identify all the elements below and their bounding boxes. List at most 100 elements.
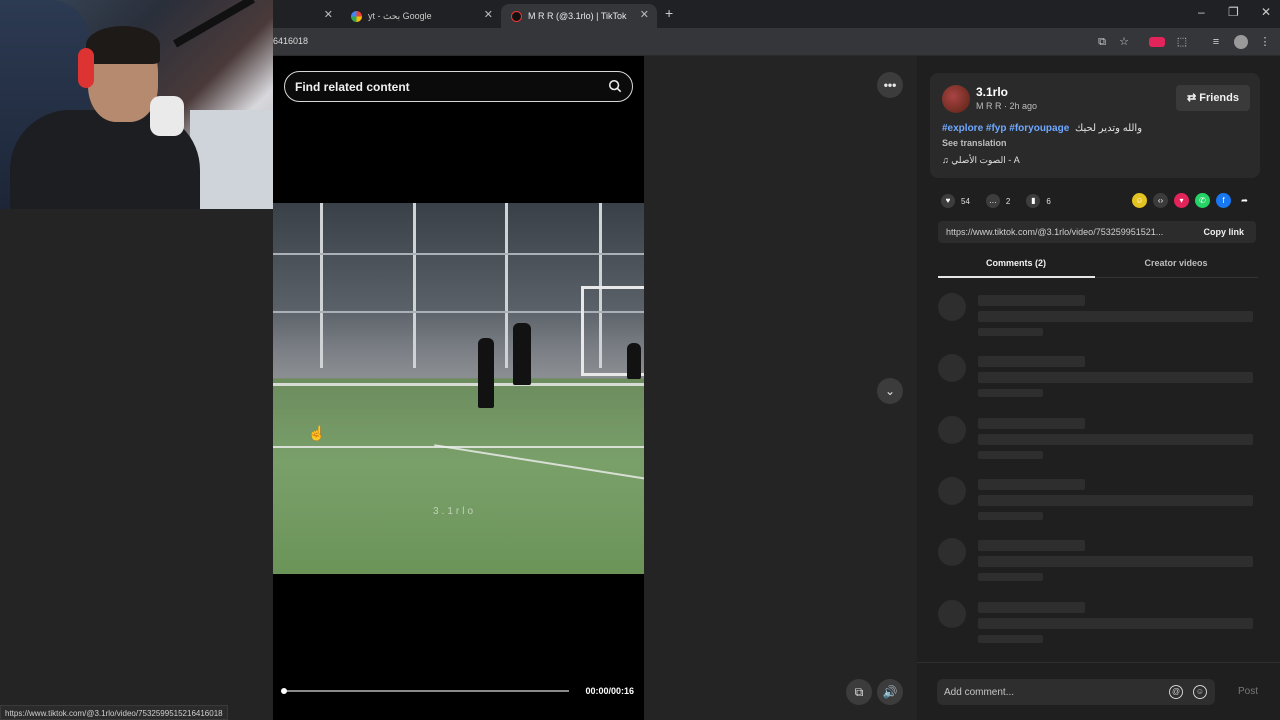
facebook-icon[interactable]: f <box>1216 193 1231 208</box>
address-bar[interactable]: 6416018 ⧉ ☆ ⬚ ≡ ⋮ <box>273 28 1280 56</box>
comment-button[interactable]: … 2 <box>985 194 1011 208</box>
skeleton-bar <box>978 372 1253 383</box>
browser-tab-tiktok[interactable]: M R R (@3.1rlo) | TikTok ✕ <box>501 4 657 28</box>
tab-title: yt - بحث Google <box>368 10 432 21</box>
address-text[interactable]: 6416018 <box>273 36 308 46</box>
save-count: 6 <box>1046 196 1051 206</box>
comment-count: 2 <box>1005 196 1011 206</box>
share-options: ☺ ‹› ▾ ✆ f ➦ <box>1126 193 1252 208</box>
browser-menu-icon[interactable]: ⋮ <box>1258 35 1272 49</box>
post-info-card: 3.1rlo M R R · 2h ago ⇄ Friends #explore… <box>930 73 1260 178</box>
whatsapp-icon[interactable]: ✆ <box>1195 193 1210 208</box>
mention-icon[interactable]: @ <box>1169 685 1183 699</box>
skeleton-bar <box>978 479 1085 490</box>
username[interactable]: 3.1rlo <box>976 85 1008 99</box>
comment-placeholder: Add comment... <box>944 687 1015 698</box>
skeleton-bar <box>978 512 1043 520</box>
comment-skeleton <box>938 538 1256 588</box>
caption-text: والله وتدير لحيك <box>1075 123 1143 134</box>
search-input[interactable]: Find related content <box>284 71 633 102</box>
extension-badge-icon[interactable] <box>1149 37 1165 47</box>
profile-avatar[interactable] <box>1234 35 1248 49</box>
mini-player-button[interactable]: ⧉ <box>846 679 872 705</box>
post-link-text[interactable]: https://www.tiktok.com/@3.1rlo/video/753… <box>946 227 1181 237</box>
net-post <box>505 203 508 368</box>
search-icon[interactable] <box>608 79 622 93</box>
close-icon[interactable]: ✕ <box>640 8 649 21</box>
comment-skeleton <box>938 600 1256 650</box>
friends-share-icon[interactable]: ☺ <box>1132 193 1147 208</box>
tab-comments[interactable]: Comments (2) <box>938 258 1094 268</box>
like-button[interactable]: ♥ 54 <box>941 194 970 208</box>
net-rail <box>273 253 644 255</box>
embed-code-icon[interactable]: ‹› <box>1153 193 1168 208</box>
close-icon[interactable]: ✕ <box>484 8 493 21</box>
emoji-icon[interactable]: ☺ <box>1193 685 1207 699</box>
skeleton-avatar <box>938 538 966 566</box>
bookmark-icon: ▮ <box>1026 194 1041 208</box>
post-caption: #explore #fyp #foryoupage والله وتدير لح… <box>942 123 1142 134</box>
person-hair <box>86 26 160 64</box>
browser-tab-bar: ✕ yt - بحث Google ✕ M R R (@3.1rlo) | Ti… <box>273 0 1280 28</box>
copy-link-button[interactable]: Copy link <box>1203 227 1244 237</box>
skeleton-bar <box>978 556 1253 567</box>
music-link[interactable]: ♫ الصوت الأصلي - A <box>942 155 1020 166</box>
skeleton-avatar <box>938 354 966 382</box>
skeleton-bar <box>978 418 1085 429</box>
close-icon[interactable]: ✕ <box>324 8 333 21</box>
skeleton-avatar <box>938 416 966 444</box>
tab-creator-videos[interactable]: Creator videos <box>1098 258 1254 268</box>
comments-tabs: Comments (2) Creator videos <box>938 252 1258 278</box>
skeleton-avatar <box>938 477 966 505</box>
comment-skeleton <box>938 477 1256 527</box>
volume-icon[interactable]: 🔊 <box>877 679 903 705</box>
avatar[interactable] <box>942 85 970 113</box>
skeleton-bar <box>978 451 1043 459</box>
skeleton-bar <box>978 295 1085 306</box>
save-button[interactable]: ▮ 6 <box>1026 194 1051 208</box>
video-frame[interactable]: 3.1rlo ☝ <box>273 203 644 574</box>
net-post <box>413 203 416 368</box>
more-options-button[interactable]: ••• <box>877 72 903 98</box>
comment-composer: Add comment... @ ☺ Post <box>917 662 1280 720</box>
bookmark-star-icon[interactable]: ☆ <box>1117 35 1131 49</box>
post-meta: M R R · 2h ago <box>976 101 1038 111</box>
install-app-icon[interactable]: ⧉ <box>1095 35 1109 49</box>
post-details-panel: 3.1rlo M R R · 2h ago ⇄ Friends #explore… <box>917 56 1280 720</box>
post-comment-button[interactable]: Post <box>1238 686 1258 697</box>
skeleton-bar <box>978 602 1085 613</box>
extensions-puzzle-icon[interactable]: ⬚ <box>1175 35 1189 49</box>
engagement-stats: ♥ 54 … 2 ▮ 6 <box>941 193 1067 209</box>
browser-tab-1[interactable]: ✕ <box>273 4 341 28</box>
see-translation-link[interactable]: See translation <box>942 138 1007 148</box>
restore-button[interactable]: ❐ <box>1228 5 1239 19</box>
video-watermark: 3.1rlo <box>433 506 477 517</box>
skeleton-bar <box>978 328 1043 336</box>
skeleton-bar <box>978 311 1253 322</box>
new-tab-button[interactable]: + <box>665 5 673 21</box>
post-link-box: https://www.tiktok.com/@3.1rlo/video/753… <box>938 221 1256 243</box>
chevron-down-icon[interactable]: ⌄ <box>877 378 903 404</box>
progress-knob[interactable] <box>281 688 287 694</box>
add-comment-input[interactable]: Add comment... @ ☺ <box>937 679 1215 705</box>
net-post <box>320 203 323 368</box>
background-desk <box>190 110 273 209</box>
friends-button[interactable]: ⇄ Friends <box>1176 85 1250 111</box>
skeleton-bar <box>978 389 1043 397</box>
hashtags[interactable]: #explore #fyp #foryoupage <box>942 123 1069 134</box>
skeleton-avatar <box>938 600 966 628</box>
video-player[interactable]: Find related content 3.1rlo ☝ 00:00/00:1… <box>273 56 644 720</box>
field-line <box>273 383 644 386</box>
tab-title: M R R (@3.1rlo) | TikTok <box>528 11 627 21</box>
minimize-button[interactable]: – <box>1198 5 1205 19</box>
send-icon[interactable]: ▾ <box>1174 193 1189 208</box>
share-arrow-icon[interactable]: ➦ <box>1237 193 1252 208</box>
video-progress-bar[interactable] <box>281 688 569 694</box>
tiktok-icon <box>511 10 522 22</box>
media-control-icon[interactable]: ≡ <box>1209 35 1223 49</box>
player-figure <box>513 323 531 385</box>
skeleton-bar <box>978 573 1043 581</box>
active-tab-underline <box>938 276 1095 278</box>
close-window-button[interactable]: ✕ <box>1261 5 1271 19</box>
browser-tab-google[interactable]: yt - بحث Google ✕ <box>341 4 501 28</box>
